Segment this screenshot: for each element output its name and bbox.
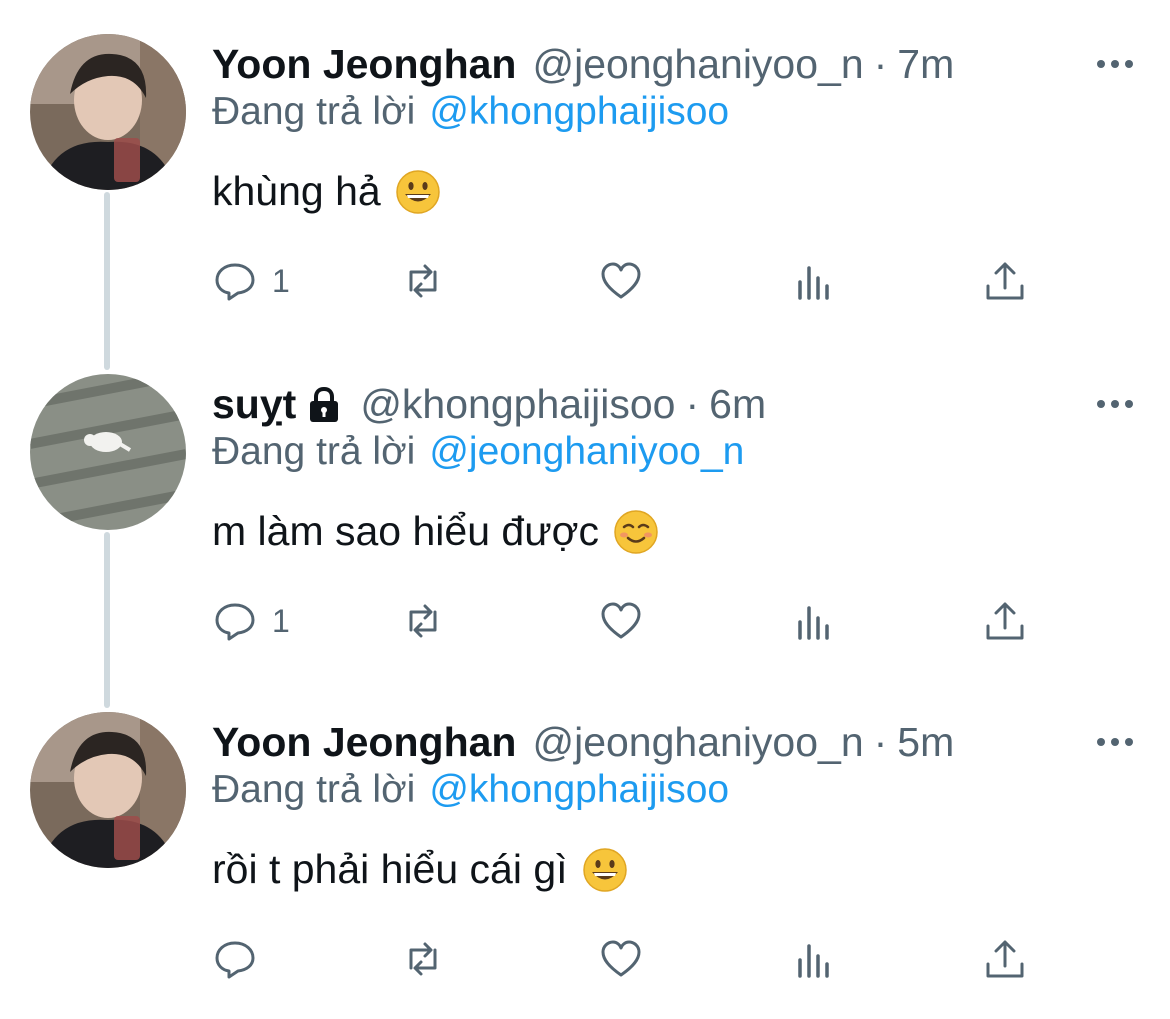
replying-to: Đang trả lời @khongphaijisoo (212, 768, 729, 812)
avatar-photo (30, 712, 186, 868)
share-button[interactable] (982, 924, 1028, 994)
retweet-icon (409, 264, 437, 298)
tweet-header: Yoon Jeonghan @jeonghaniyoo_n · 5m (212, 712, 954, 772)
display-name[interactable]: Yoon Jeonghan (212, 41, 516, 88)
reply-button[interactable] (212, 924, 272, 994)
avatar[interactable] (30, 712, 186, 868)
more-options-icon[interactable] (1094, 712, 1136, 772)
tweet-text: rồi t phải hiểu cái gì (212, 846, 628, 893)
like-button[interactable] (598, 924, 644, 994)
avatar[interactable] (30, 374, 186, 530)
avatar-photo (30, 34, 186, 190)
more-options-icon[interactable] (1094, 374, 1136, 434)
tweet[interactable]: Yoon Jeonghan @jeonghaniyoo_n · 5m Đang … (0, 712, 1170, 1019)
reply-count: 1 (272, 262, 290, 299)
user-handle[interactable]: @jeonghaniyoo_n (532, 41, 863, 88)
replying-to-label: Đang trả lời (212, 768, 416, 811)
user-handle[interactable]: @jeonghaniyoo_n (532, 719, 863, 766)
mention-link[interactable]: @jeonghaniyoo_n (429, 430, 744, 473)
reply-icon (215, 941, 255, 979)
retweet-button[interactable] (400, 586, 446, 656)
mention-link[interactable]: @khongphaijisoo (429, 768, 729, 811)
grinning-face-emoji (395, 169, 440, 214)
tweet-text: m làm sao hiểu được (212, 508, 659, 555)
tweet-header: suỵt @khongphaijisoo · 6m (212, 374, 766, 434)
reply-icon (215, 263, 255, 301)
timestamp[interactable]: 6m (709, 381, 766, 428)
lock-icon (310, 386, 339, 422)
tweet-text-content: m làm sao hiểu được (212, 508, 600, 554)
analytics-button[interactable] (792, 586, 838, 656)
avatar[interactable] (30, 34, 186, 190)
replying-to: Đang trả lời @jeonghaniyoo_n (212, 430, 744, 474)
display-name[interactable]: suỵt (212, 381, 296, 428)
grinning-face-emoji (582, 847, 627, 892)
action-bar: 1 (212, 586, 1132, 656)
analytics-icon (798, 606, 829, 640)
share-icon (986, 940, 1024, 978)
action-bar (212, 924, 1132, 994)
tweet[interactable]: suỵt @khongphaijisoo · 6m Đang trả lời @j… (0, 374, 1170, 694)
tweet[interactable]: Yoon Jeonghan @jeonghaniyoo_n · 7m Đang … (0, 34, 1170, 354)
avatar-photo (30, 374, 186, 530)
like-icon (601, 602, 641, 639)
share-icon (986, 602, 1024, 640)
share-button[interactable] (982, 246, 1028, 316)
share-icon (986, 262, 1024, 300)
analytics-icon (798, 266, 829, 300)
replying-to-label: Đang trả lời (212, 430, 416, 473)
like-icon (601, 262, 641, 299)
timestamp[interactable]: 7m (897, 41, 954, 88)
action-bar: 1 (212, 246, 1132, 316)
reply-count: 1 (272, 602, 290, 639)
analytics-button[interactable] (792, 924, 838, 994)
replying-to-label: Đang trả lời (212, 90, 416, 133)
analytics-icon (798, 944, 829, 978)
display-name[interactable]: Yoon Jeonghan (212, 719, 516, 766)
user-handle[interactable]: @khongphaijisoo (360, 381, 675, 428)
more-options-icon[interactable] (1094, 34, 1136, 94)
analytics-button[interactable] (792, 246, 838, 316)
tweet-header: Yoon Jeonghan @jeonghaniyoo_n · 7m (212, 34, 954, 94)
tweet-text-content: rồi t phải hiểu cái gì (212, 846, 568, 892)
tweet-text: khùng hả (212, 168, 441, 215)
reply-icon (215, 603, 255, 641)
timestamp[interactable]: 5m (897, 719, 954, 766)
reply-button[interactable]: 1 (212, 246, 290, 316)
separator-dot: · (685, 380, 700, 427)
mention-link[interactable]: @khongphaijisoo (429, 90, 729, 133)
tweet-text-content: khùng hả (212, 168, 381, 214)
share-button[interactable] (982, 586, 1028, 656)
separator-dot: · (873, 718, 888, 765)
like-icon (601, 940, 641, 977)
retweet-button[interactable] (400, 924, 446, 994)
replying-to: Đang trả lời @khongphaijisoo (212, 90, 729, 134)
reply-button[interactable]: 1 (212, 586, 290, 656)
separator-dot: · (873, 40, 888, 87)
retweet-icon (409, 604, 437, 638)
retweet-button[interactable] (400, 246, 446, 316)
like-button[interactable] (598, 246, 644, 316)
like-button[interactable] (598, 586, 644, 656)
retweet-icon (409, 942, 437, 976)
smiling-face-emoji (614, 509, 658, 554)
